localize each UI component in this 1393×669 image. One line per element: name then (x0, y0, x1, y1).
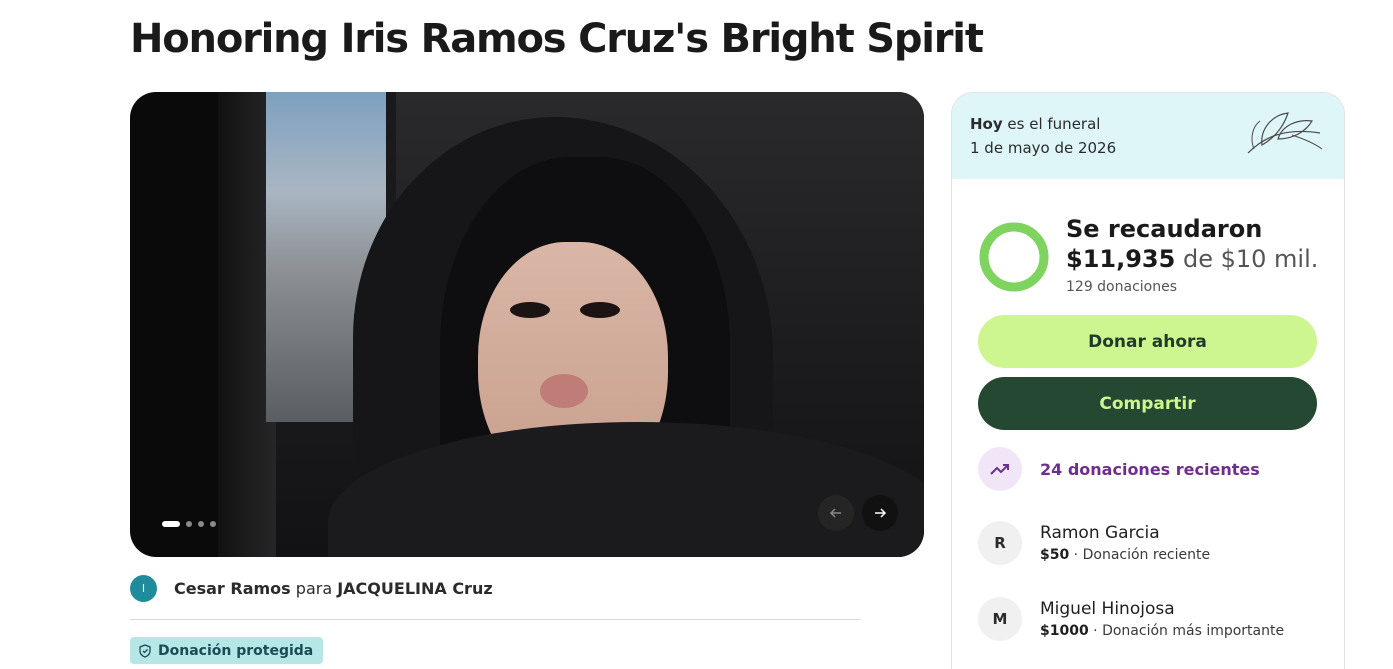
donor-name: Ramon Garcia (1040, 523, 1160, 543)
donation-card: Hoy es el funeral 1 de mayo de 2026 Se r… (951, 92, 1345, 669)
organizer-line: Cesar Ramos para JACQUELINA Cruz (174, 579, 493, 598)
beneficiary-name[interactable]: JACQUELINA Cruz (337, 579, 492, 598)
funeral-suffix: es el funeral (1007, 115, 1101, 133)
donor-amount: $50 (1040, 547, 1070, 563)
carousel-dot-1[interactable] (162, 521, 180, 527)
funeral-today: Hoy (970, 115, 1003, 133)
progress-ring (979, 222, 1049, 292)
donor-amount: $1000 (1040, 623, 1089, 639)
funeral-banner: Hoy es el funeral 1 de mayo de 2026 (952, 93, 1344, 179)
donor-avatar: R (978, 521, 1022, 565)
campaign-photo (218, 92, 924, 557)
organizer-connector: para (295, 579, 333, 598)
donor-avatar: M (978, 597, 1022, 641)
carousel-prev-button[interactable] (818, 495, 854, 531)
carousel-dot-3[interactable] (198, 521, 204, 527)
page-title: Honoring Iris Ramos Cruz's Bright Spirit (130, 16, 984, 62)
donate-button[interactable]: Donar ahora (978, 315, 1317, 368)
shield-icon (139, 643, 151, 658)
carousel-next-button[interactable] (862, 495, 898, 531)
carousel-dot-4[interactable] (210, 521, 216, 527)
divider (130, 619, 861, 620)
leaf-illustration-icon (1247, 112, 1323, 154)
share-button[interactable]: Compartir (978, 377, 1317, 430)
arrow-left-icon (829, 508, 841, 518)
protected-donation-badge[interactable]: Donación protegida (130, 637, 324, 664)
raised-label: Se recaudaron (1066, 215, 1263, 243)
donor-name: Miguel Hinojosa (1040, 599, 1175, 619)
recent-donations-link[interactable]: 24 donaciones recientes (978, 447, 1260, 491)
carousel-indicators[interactable] (162, 521, 216, 527)
donor-note: Donación reciente (1082, 547, 1211, 563)
recent-donations-label: 24 donaciones recientes (1040, 459, 1260, 479)
donor-note: Donación más importante (1102, 623, 1285, 639)
protected-donation-label: Donación protegida (158, 642, 314, 659)
raised-amount-line: $11,935 de $10 mil. (1066, 245, 1318, 273)
raised-amount: $11,935 (1066, 245, 1176, 273)
organizer-avatar: I (130, 575, 157, 602)
donor-row: M Miguel Hinojosa $1000 · Donación más i… (978, 597, 1284, 641)
photo-carousel[interactable] (130, 92, 924, 557)
goal-amount: $10 mil. (1220, 245, 1319, 273)
donor-row: R Ramon Garcia $50 · Donación reciente (978, 521, 1210, 565)
trending-up-icon (978, 447, 1022, 491)
raised-connector: de (1182, 245, 1213, 273)
arrow-right-icon (875, 508, 887, 518)
organizer-name[interactable]: Cesar Ramos (174, 579, 291, 598)
donations-count[interactable]: 129 donaciones (1066, 279, 1177, 295)
carousel-dot-2[interactable] (186, 521, 192, 527)
